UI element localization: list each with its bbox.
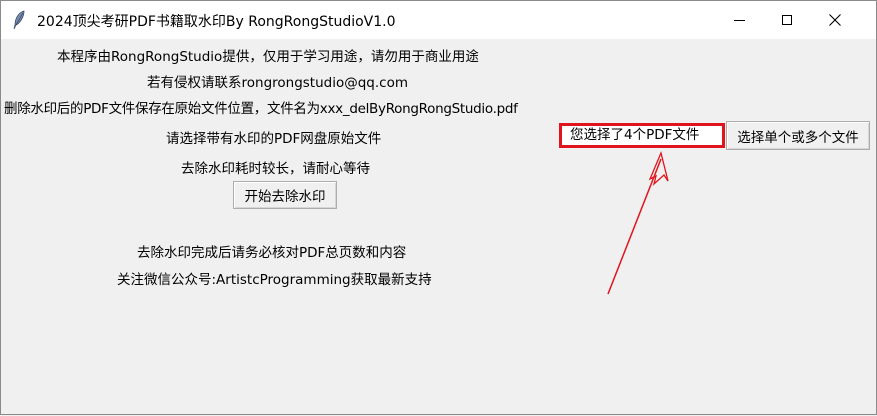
feather-icon [13, 10, 25, 30]
maximize-button[interactable] [764, 1, 810, 39]
selected-files-field[interactable]: 您选择了4个PDF文件 [559, 123, 725, 148]
minimize-icon [733, 19, 745, 21]
close-icon [829, 14, 841, 26]
app-window: 2024顶尖考研PDF书籍取水印By RongRongStudioV1.0 本程… [0, 0, 877, 415]
verify-note-label: 去除水印完成后请务必核对PDF总页数和内容 [137, 245, 407, 261]
select-prompt-label: 请选择带有水印的PDF网盘原始文件 [166, 131, 382, 147]
close-button[interactable] [812, 1, 858, 39]
maximize-icon [782, 15, 792, 25]
minimize-button[interactable] [716, 1, 762, 39]
start-button[interactable]: 开始去除水印 [233, 181, 337, 209]
select-files-button[interactable]: 选择单个或多个文件 [726, 121, 870, 150]
disclaimer-label: 本程序由RongRongStudio提供，仅用于学习用途，请勿用于商业用途 [57, 49, 479, 65]
follow-note-label: 关注微信公众号:ArtistcProgramming获取最新支持 [117, 272, 432, 288]
wait-note-label: 去除水印耗时较长，请耐心等待 [181, 161, 370, 177]
contact-label: 若有侵权请联系rongrongstudio@qq.com [147, 75, 409, 91]
title-bar[interactable]: 2024顶尖考研PDF书籍取水印By RongRongStudioV1.0 [1, 1, 876, 39]
window-title: 2024顶尖考研PDF书籍取水印By RongRongStudioV1.0 [37, 14, 396, 30]
output-location-label: 删除水印后的PDF文件保存在原始文件位置，文件名为xxx_delByRongRo… [4, 101, 518, 117]
